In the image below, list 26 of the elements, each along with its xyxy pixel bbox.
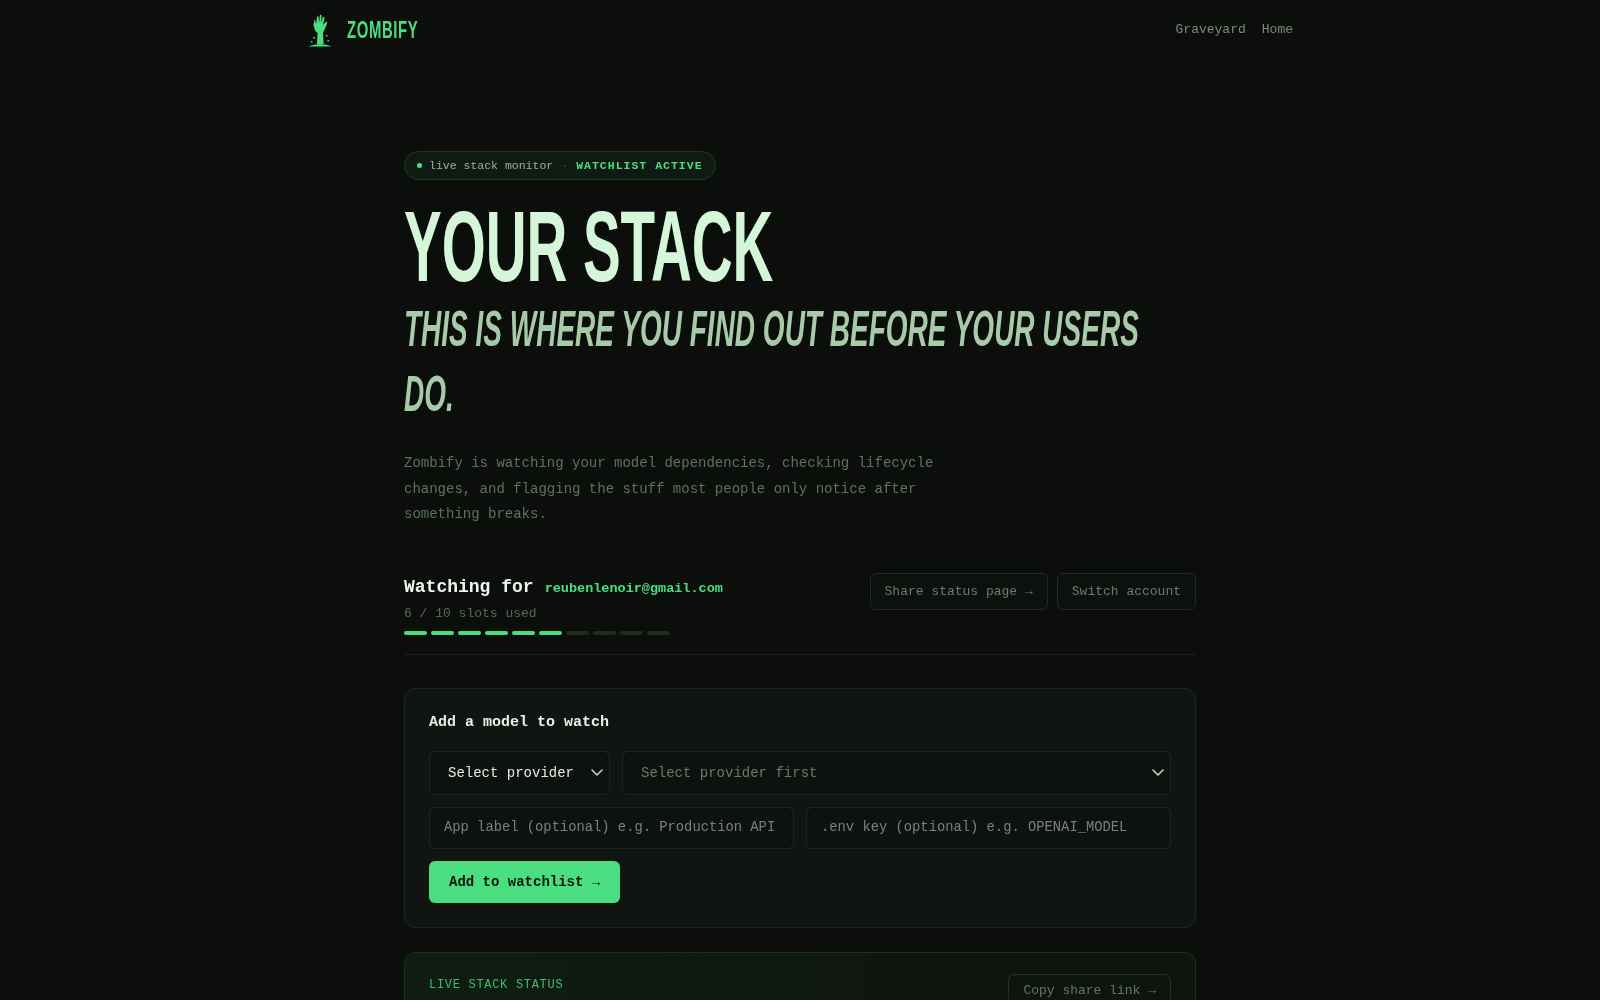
copy-link-button[interactable]: Copy share link → [1008,973,1171,999]
env-key-field[interactable]: .env key (optional) e.g. OPENAI_MODEL [806,806,1171,849]
provider-select[interactable]: Select provider [429,750,610,795]
switch-account-button[interactable]: Switch account [1056,572,1196,610]
chevron-down-icon [1152,769,1164,776]
slot-usage: 6 / 10 slots used [404,605,537,622]
nav-link[interactable]: Graveyard [1175,21,1246,39]
share-status-button[interactable]: Share status page → [869,572,1048,610]
add-to-watchlist-button[interactable]: Add to watchlist → [429,860,621,903]
card-title: Add a model to watch [429,712,610,733]
account-email: reubenlenoir@gmail.com [544,579,723,598]
hand-icon [307,13,333,47]
badge-label: live stack monitor [429,158,554,173]
badge-status: WATCHLIST ACTIVE [576,158,703,173]
watching-label: Watching for [404,575,534,599]
nav-link[interactable]: Home [1261,21,1293,39]
page-title: YOUR STACK [404,196,774,296]
intro-text: Zombify is watching your model dependencies, checking lifecycle changes, and flagging the stuff most people only notice after something breaks. [404,454,935,524]
section-label: LIVE STACK STATUS [429,976,564,993]
chevron-down-icon [591,769,603,776]
status-dot-icon [417,163,422,168]
app-label-field[interactable]: App label (optional) e.g. Production API [429,806,794,849]
model-select[interactable]: Select provider first [622,750,1171,795]
page-subtitle: THIS IS WHERE YOU FIND OUT BEFORE YOUR USERS DO. [404,300,1140,424]
badge-separator: · [561,158,569,173]
brand-name[interactable]: ZOMBIFY [347,17,419,43]
